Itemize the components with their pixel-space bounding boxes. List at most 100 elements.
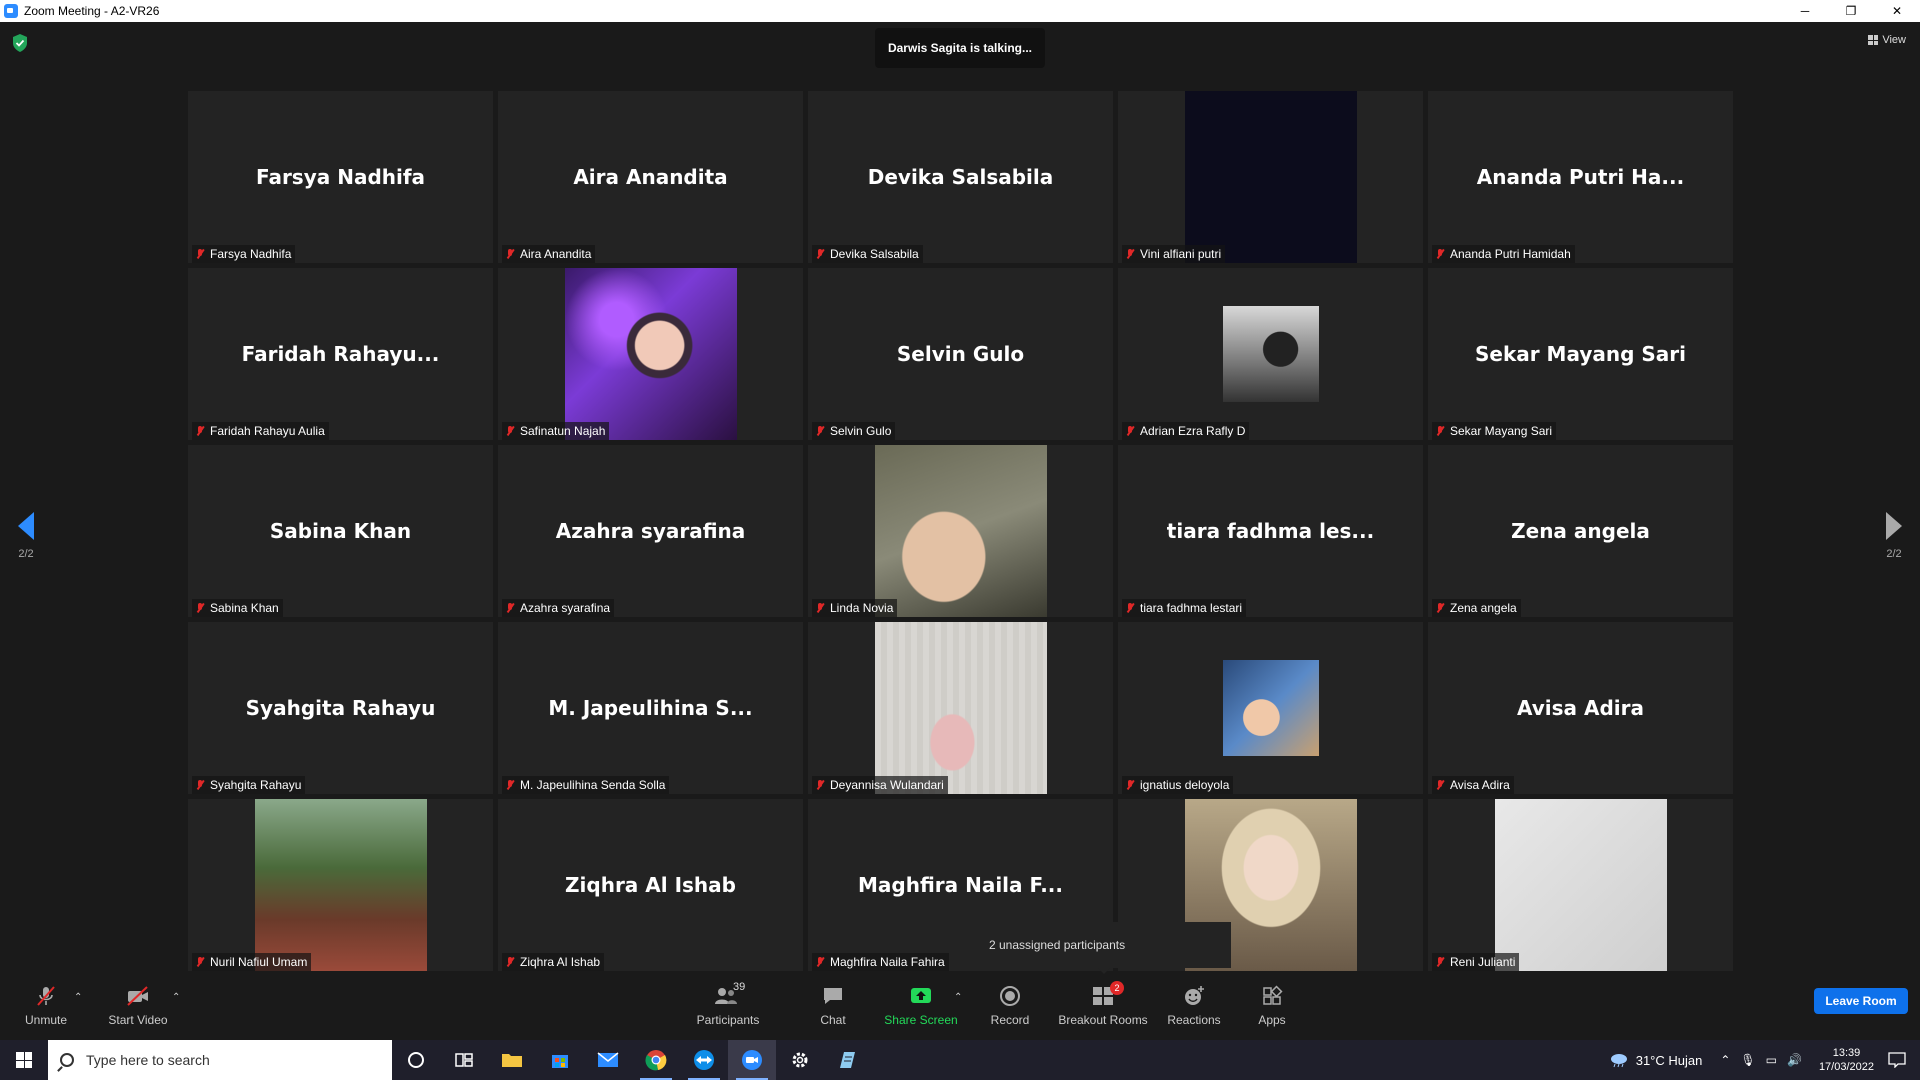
windows-taskbar: Type here to search 31°C Hujan ⌃ 🎙 ▭ 🔊 1… [0,1040,1920,1080]
start-video-button[interactable]: Start Video [104,974,172,1038]
participant-tile[interactable]: Avisa Adira Avisa Adira [1428,622,1733,794]
participant-name-tag: Ananda Putri Hamidah [1432,245,1575,263]
participant-display-name: Farsya Nadhifa [255,165,426,189]
participant-name-tag: Deyannisa Wulandari [812,776,948,794]
participant-name: Azahra syarafina [520,601,611,615]
video-options-caret-icon[interactable]: ⌃ [172,992,180,1003]
task-view-button[interactable] [440,1040,488,1080]
weather-text[interactable]: 31°C Hujan [1636,1053,1703,1068]
view-button[interactable]: View [1868,34,1906,46]
mic-muted-icon [504,956,516,968]
participant-name: Nuril Nafiul Umam [210,955,308,969]
mic-muted-icon [194,602,206,614]
gallery-grid: Farsya Nadhifa Farsya Nadhifa Aira Anand… [188,91,1733,971]
unassigned-participants-popup[interactable]: 2 unassigned participants [973,922,1231,974]
participant-tile[interactable]: Selvin Gulo Selvin Gulo [808,268,1113,440]
mic-muted-icon [37,986,55,1006]
participant-tile[interactable]: Syahgita Rahayu Syahgita Rahayu [188,622,493,794]
mail-icon [597,1052,619,1067]
participant-video [874,622,1047,794]
record-button[interactable]: Record [986,974,1034,1038]
teamviewer-button[interactable] [680,1040,728,1080]
participant-tile[interactable]: Azahra syarafina Azahra syarafina [498,445,803,617]
participant-display-name: Ziqhra Al Ishab [565,873,736,897]
file-explorer-button[interactable] [488,1040,536,1080]
participant-name-tag: Linda Novia [812,599,898,617]
participant-name-tag: Adrian Ezra Rafly D [1122,422,1250,440]
chrome-button[interactable] [632,1040,680,1080]
participant-name: Linda Novia [830,601,894,615]
mic-muted-icon [194,425,206,437]
participant-tile[interactable]: Ananda Putri Ha... Ananda Putri Hamidah [1428,91,1733,263]
participant-tile[interactable]: Vini alfiani putri [1118,91,1423,263]
volume-icon[interactable]: 🔊 [1787,1053,1802,1067]
participant-tile[interactable]: Farsya Nadhifa Farsya Nadhifa [188,91,493,263]
record-icon [1000,986,1020,1006]
participant-tile[interactable]: tiara fadhma les... tiara fadhma lestari [1118,445,1423,617]
participant-tile[interactable]: Nuril Nafiul Umam [188,799,493,971]
next-page-button[interactable]: 2/2 [1886,512,1902,560]
participant-tile[interactable]: Ziqhra Al Ishab Ziqhra Al Ishab [498,799,803,971]
participant-name-tag: Syahgita Rahayu [192,776,306,794]
participant-name-tag: Avisa Adira [1432,776,1514,794]
participant-tile[interactable]: Sekar Mayang Sari Sekar Mayang Sari [1428,268,1733,440]
apps-label: Apps [1258,1013,1286,1027]
encryption-shield-icon[interactable] [12,34,28,52]
network-icon[interactable]: ▭ [1766,1053,1777,1067]
notepad-button[interactable] [824,1040,872,1080]
close-button[interactable]: ✕ [1874,0,1920,22]
participant-tile[interactable]: Devika Salsabila Devika Salsabila [808,91,1113,263]
mic-muted-icon [1124,602,1136,614]
participant-tile[interactable]: Linda Novia [808,445,1113,617]
participant-tile[interactable]: Reni Julianti [1428,799,1733,971]
participant-name: Selvin Gulo [830,424,892,438]
start-button[interactable] [0,1040,48,1080]
weather-rain-icon[interactable] [1608,1052,1630,1068]
minimize-button[interactable]: ─ [1782,0,1828,22]
participant-tile[interactable]: Zena angela Zena angela [1428,445,1733,617]
breakout-rooms-button[interactable]: 2 Breakout Rooms [1056,974,1150,1038]
store-button[interactable] [536,1040,584,1080]
chevron-up-icon[interactable]: ⌃ [1720,1053,1730,1067]
share-screen-button[interactable]: Share Screen [880,974,962,1038]
zoom-app-icon [4,4,18,18]
mic-muted-icon [814,425,826,437]
participants-button[interactable]: 39 Participants [690,974,766,1038]
participant-tile[interactable]: Safinatun Najah [498,268,803,440]
participant-tile[interactable]: M. Japeulihina S... M. Japeulihina Senda… [498,622,803,794]
participant-display-name: Avisa Adira [1516,696,1645,720]
chat-button[interactable]: Chat [808,974,858,1038]
unmute-button[interactable]: Unmute [18,974,74,1038]
participant-tile[interactable]: ignatius deloyola [1118,622,1423,794]
zoom-taskbar-button[interactable] [728,1040,776,1080]
taskbar-search-box[interactable]: Type here to search [48,1040,392,1080]
reactions-button[interactable]: Reactions [1164,974,1224,1038]
notifications-icon[interactable] [1888,1052,1906,1068]
participant-name: ignatius deloyola [1140,778,1230,792]
participant-name: M. Japeulihina Senda Solla [520,778,666,792]
audio-options-caret-icon[interactable]: ⌃ [74,992,82,1003]
participant-tile[interactable]: Sabina Khan Sabina Khan [188,445,493,617]
participant-name: Zena angela [1450,601,1517,615]
mic-muted-icon [504,248,516,260]
settings-button[interactable] [776,1040,824,1080]
restore-button[interactable]: ❐ [1828,0,1874,22]
microphone-icon[interactable]: 🎙 [1740,1053,1755,1067]
apps-button[interactable]: Apps [1250,974,1294,1038]
previous-page-button[interactable]: 2/2 [18,512,34,560]
mail-button[interactable] [584,1040,632,1080]
participant-tile[interactable]: Aira Anandita Aira Anandita [498,91,803,263]
participant-name-tag: Aira Anandita [502,245,596,263]
participant-tile[interactable]: Deyannisa Wulandari [808,622,1113,794]
participant-tile[interactable]: Adrian Ezra Rafly D [1118,268,1423,440]
teamviewer-icon [694,1050,714,1070]
leave-room-button[interactable]: Leave Room [1814,988,1908,1014]
mic-muted-icon [194,956,206,968]
cortana-button[interactable] [392,1040,440,1080]
share-options-caret-icon[interactable]: ⌃ [954,992,962,1003]
clock[interactable]: 13:39 17/03/2022 [1819,1046,1874,1074]
participant-name: Aira Anandita [520,247,592,261]
participant-tile[interactable]: Faridah Rahayu... Faridah Rahayu Aulia [188,268,493,440]
participant-video [1184,91,1357,263]
clock-time: 13:39 [1832,1047,1861,1059]
